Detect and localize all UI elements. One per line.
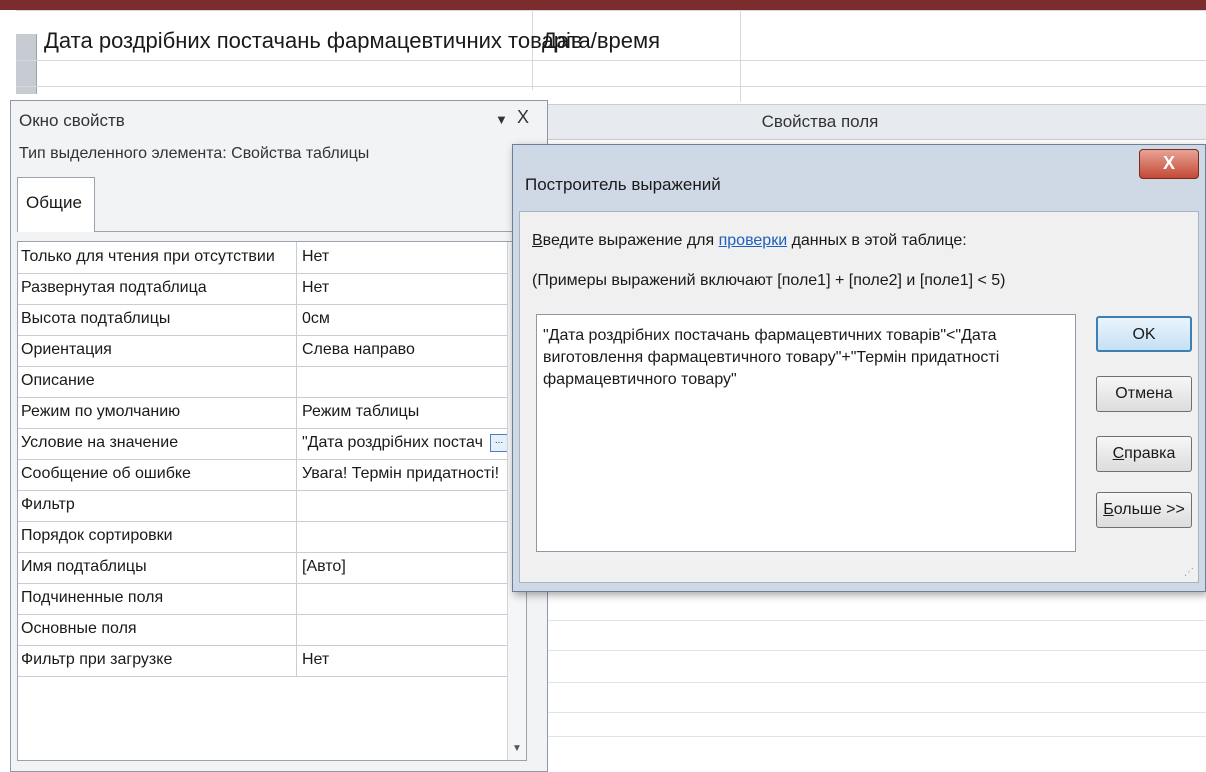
expression-builder-dialog: Построитель выражений X Введите выражени… (512, 144, 1206, 592)
property-row[interactable]: Фильтр при загрузке Нет (18, 645, 526, 677)
property-name: Ориентация (21, 341, 112, 358)
property-name: Имя подтаблицы (21, 558, 147, 575)
scroll-down-arrow-icon[interactable]: ▼ (512, 743, 522, 754)
property-name: Подчиненные поля (21, 589, 164, 606)
property-name: Порядок сортировки (21, 527, 173, 544)
window-top-bar (0, 0, 1206, 10)
property-row[interactable]: Условие на значение "Дата роздрібних пос… (18, 428, 526, 460)
field-name-cell[interactable]: Дата роздрібних постачань фармацевтичних… (44, 28, 583, 54)
property-name: Фильтр (21, 496, 75, 513)
dialog-body: Введите выражение для проверки данных в … (519, 211, 1199, 583)
resize-grip-icon[interactable]: ⋰ (1184, 567, 1194, 578)
property-sheet: Окно свойств ▼ X Тип выделенного элемент… (10, 100, 548, 772)
field-properties-header: Свойства поля (761, 112, 879, 131)
property-row[interactable]: Высота подтаблицы 0см (18, 304, 526, 336)
property-name: Основные поля (21, 620, 137, 637)
more-button[interactable]: Больше >> (1096, 492, 1192, 528)
instruction-text: Введите выражение для проверки данных в … (532, 232, 967, 249)
tab-general[interactable]: Общие (17, 177, 95, 232)
property-sheet-title: Окно свойств (19, 111, 125, 130)
property-row[interactable]: Подчиненные поля (18, 583, 526, 615)
property-row[interactable]: Описание (18, 366, 526, 398)
validation-help-link[interactable]: проверки (719, 232, 788, 249)
property-row[interactable]: Порядок сортировки (18, 521, 526, 553)
property-row[interactable]: Только для чтения при отсутствии Нет (18, 242, 526, 274)
property-value[interactable]: [Авто] (302, 558, 506, 576)
help-button[interactable]: Справка (1096, 436, 1192, 472)
row-selector[interactable] (16, 34, 37, 94)
dialog-close-button[interactable]: X (1139, 149, 1199, 179)
property-value[interactable]: Нет (302, 248, 506, 266)
property-value[interactable]: Увага! Термін придатності! (302, 465, 506, 483)
tab-strip: Общие (17, 171, 537, 232)
property-value[interactable]: "Дата роздрібних постач (302, 434, 486, 452)
expression-builder-button[interactable]: ... (490, 434, 508, 452)
property-name: Условие на значение (21, 434, 179, 451)
property-name: Только для чтения при отсутствии (21, 248, 275, 265)
dropdown-arrow-icon[interactable]: ▼ (495, 112, 508, 127)
examples-text: (Примеры выражений включают [поле1] + [п… (532, 272, 1006, 289)
ok-button[interactable]: OK (1096, 316, 1192, 352)
field-type-cell[interactable]: Дата/время (542, 28, 660, 54)
property-row[interactable]: Основные поля (18, 614, 526, 646)
property-name: Высота подтаблицы (21, 310, 171, 327)
property-name: Сообщение об ошибке (21, 465, 191, 482)
property-name: Развернутая подтаблица (21, 279, 207, 296)
property-value[interactable]: Нет (302, 651, 506, 669)
dialog-title: Построитель выражений (525, 175, 721, 194)
expression-textbox[interactable]: "Дата роздрібних постачань фармацевтични… (536, 314, 1076, 552)
property-row[interactable]: Ориентация Слева направо (18, 335, 526, 367)
property-row[interactable]: Фильтр (18, 490, 526, 522)
cancel-button[interactable]: Отмена (1096, 376, 1192, 412)
property-row[interactable]: Имя подтаблицы [Авто] (18, 552, 526, 584)
property-name: Режим по умолчанию (21, 403, 181, 420)
property-row[interactable]: Развернутая подтаблица Нет (18, 273, 526, 305)
property-name: Описание (21, 372, 95, 389)
property-value[interactable]: Слева направо (302, 341, 506, 359)
property-value[interactable]: 0см (302, 310, 506, 328)
property-value[interactable]: Режим таблицы (302, 403, 506, 421)
close-icon[interactable]: X (517, 107, 529, 128)
property-name: Фильтр при загрузке (21, 651, 173, 668)
selection-type-label: Тип выделенного элемента: Свойства табли… (19, 145, 370, 162)
property-value[interactable]: Нет (302, 279, 506, 297)
property-grid: Только для чтения при отсутствии Нет Раз… (17, 241, 527, 761)
property-row[interactable]: Сообщение об ошибке Увага! Термін придат… (18, 459, 526, 491)
property-row[interactable]: Режим по умолчанию Режим таблицы (18, 397, 526, 429)
